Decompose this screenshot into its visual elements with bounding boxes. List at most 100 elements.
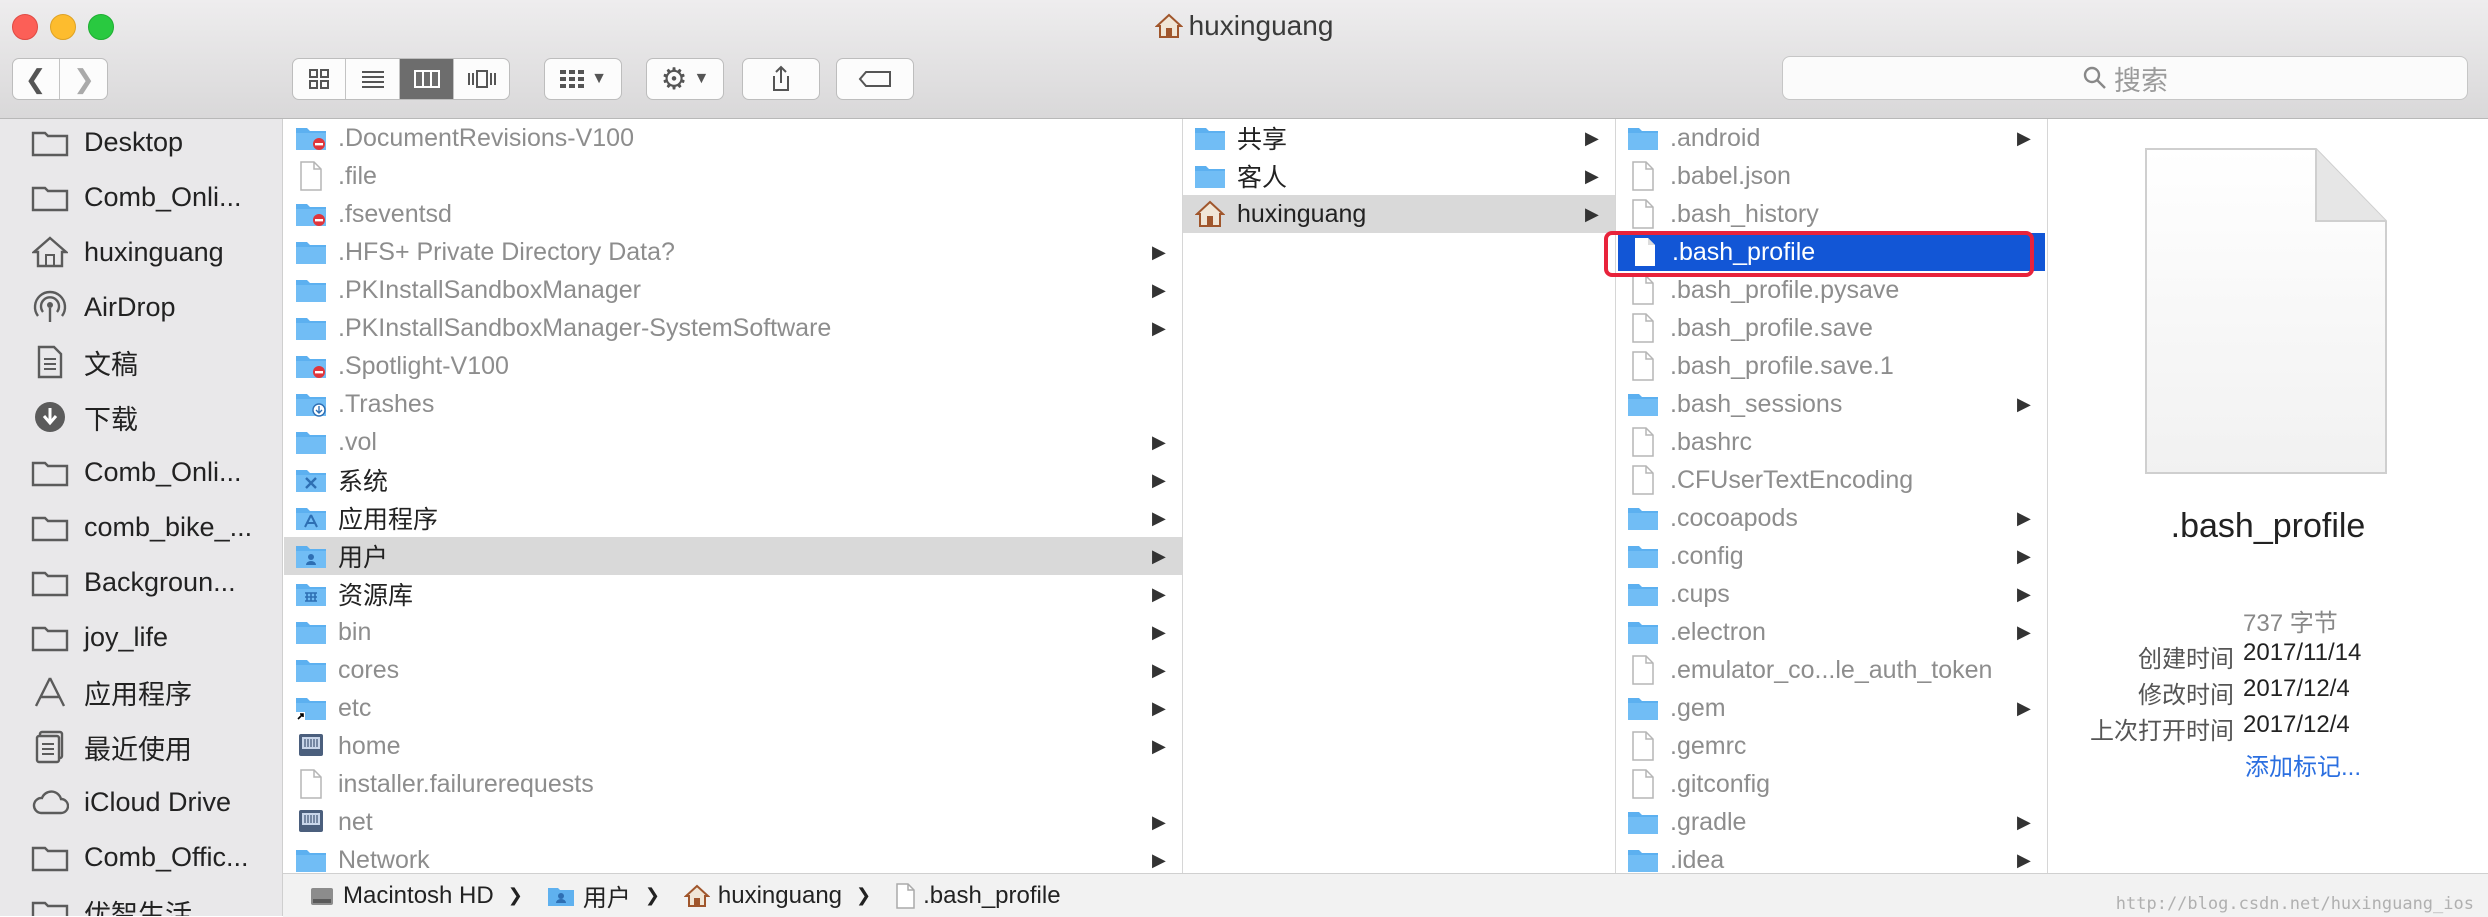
window-toolbar: huxinguang ❮ ❯ ▼ ⚙ ▼ 搜索 xyxy=(0,0,2488,119)
path-segment-users[interactable]: 用户 xyxy=(547,878,631,913)
action-menu-button[interactable]: ⚙ ▼ xyxy=(646,58,724,100)
list-item[interactable]: .bash_sessions ▶ xyxy=(1616,385,2047,423)
list-item[interactable]: .file xyxy=(284,157,1182,195)
add-tags-link[interactable]: 添加标记... xyxy=(2245,747,2361,782)
sidebar-item-applications[interactable]: 应用程序 xyxy=(30,672,192,712)
list-item[interactable]: 客人 ▶ xyxy=(1183,157,1615,195)
chevron-down-icon: ▼ xyxy=(693,70,710,87)
list-item[interactable]: 应用程序 ▶ xyxy=(284,499,1182,537)
sidebar-item-backgroun[interactable]: Backgroun... xyxy=(30,562,236,602)
path-segment-home[interactable]: huxinguang xyxy=(683,882,842,910)
path-segment-macintosh-hd[interactable]: Macintosh HD xyxy=(309,882,494,910)
file-icon xyxy=(1626,161,1660,191)
users-folder-icon xyxy=(294,541,328,571)
list-item[interactable]: cores ▶ xyxy=(284,651,1182,689)
list-item[interactable]: 资源库 ▶ xyxy=(284,575,1182,613)
list-item[interactable]: .vol ▶ xyxy=(284,423,1182,461)
list-item[interactable]: .android ▶ xyxy=(1616,119,2047,157)
list-item[interactable]: installer.failurerequests xyxy=(284,765,1182,803)
list-item[interactable]: .bash_profile.save xyxy=(1616,309,2047,347)
search-field[interactable]: 搜索 xyxy=(1782,56,2468,100)
icon-view-button[interactable] xyxy=(293,59,346,99)
disclosure-arrow-icon: ▶ xyxy=(2017,697,2031,718)
list-item-label: .electron xyxy=(1670,617,1766,646)
chevron-down-icon: ▼ xyxy=(591,70,607,87)
network-drive-icon xyxy=(294,731,328,761)
list-item[interactable]: .DocumentRevisions-V100 xyxy=(284,119,1182,157)
sidebar-item-desktop[interactable]: Desktop xyxy=(30,122,183,162)
sidebar-item-youzhi[interactable]: 优智生活 xyxy=(30,892,192,916)
list-item[interactable]: .Spotlight-V100 xyxy=(284,347,1182,385)
list-item[interactable]: net ▶ xyxy=(284,803,1182,841)
sidebar-item-comb-onli-2[interactable]: Comb_Onli... xyxy=(30,452,242,492)
list-item[interactable]: .bashrc xyxy=(1616,423,2047,461)
home-icon xyxy=(30,235,70,269)
sidebar-item-comb-bike[interactable]: comb_bike_... xyxy=(30,507,252,547)
grid-icon xyxy=(308,69,329,89)
sidebar-item-recents[interactable]: 最近使用 xyxy=(30,727,192,767)
list-item[interactable]: Network ▶ xyxy=(284,841,1182,873)
list-item[interactable]: 用户 ▶ xyxy=(284,537,1182,575)
sidebar-item-joy-life[interactable]: joy_life xyxy=(30,617,168,657)
file-icon xyxy=(1626,313,1660,343)
forward-button[interactable]: ❯ xyxy=(60,59,108,99)
sidebar-item-comb-offic[interactable]: Comb_Offic... xyxy=(30,837,249,877)
back-button[interactable]: ❮ xyxy=(12,59,60,99)
list-item[interactable]: bin ▶ xyxy=(284,613,1182,651)
list-item[interactable]: .PKInstallSandboxManager-SystemSoftware ▶ xyxy=(284,309,1182,347)
list-view-button[interactable] xyxy=(346,59,400,99)
file-icon xyxy=(1626,731,1660,761)
list-item[interactable]: .fseventsd xyxy=(284,195,1182,233)
list-item[interactable]: .bash_profile.save.1 xyxy=(1616,347,2047,385)
list-item[interactable]: 共享 ▶ xyxy=(1183,119,1615,157)
sidebar-item-icloud-drive[interactable]: iCloud Drive xyxy=(30,782,231,822)
edit-tags-button[interactable] xyxy=(836,58,914,100)
folder-icon xyxy=(1626,503,1660,533)
column-root: .DocumentRevisions-V100 .file .fseventsd .H… xyxy=(284,119,1183,873)
list-item[interactable]: .emulator_co...le_auth_token xyxy=(1616,651,2047,689)
list-item-label: .emulator_co...le_auth_token xyxy=(1670,655,1993,684)
sidebar-item-label: 优智生活 xyxy=(84,899,192,917)
folder-icon xyxy=(30,620,70,654)
list-item[interactable]: etc ▶ xyxy=(284,689,1182,727)
sidebar-item-documents[interactable]: 文稿 xyxy=(30,342,138,382)
folder-icon xyxy=(294,617,328,647)
group-by-button[interactable]: ▼ xyxy=(544,58,622,100)
sidebar-item-huxinguang[interactable]: huxinguang xyxy=(30,232,224,272)
list-item[interactable]: .CFUserTextEncoding xyxy=(1616,461,2047,499)
list-item[interactable]: .gemrc xyxy=(1616,727,2047,765)
column-view-button[interactable] xyxy=(400,59,454,99)
list-item[interactable]: .config ▶ xyxy=(1616,537,2047,575)
list-item[interactable]: .cocoapods ▶ xyxy=(1616,499,2047,537)
sidebar-item-label: Comb_Offic... xyxy=(84,841,249,872)
list-item[interactable]: .bash_history xyxy=(1616,195,2047,233)
share-button[interactable] xyxy=(742,58,820,100)
list-item[interactable]: .babel.json xyxy=(1616,157,2047,195)
sidebar-item-airdrop[interactable]: AirDrop xyxy=(30,287,176,327)
list-item[interactable]: .Trashes xyxy=(284,385,1182,423)
disclosure-arrow-icon: ▶ xyxy=(1585,127,1599,148)
list-item[interactable]: .cups ▶ xyxy=(1616,575,2047,613)
path-segment-file[interactable]: .bash_profile xyxy=(895,882,1061,910)
list-item[interactable]: .idea ▶ xyxy=(1616,841,2047,873)
file-icon xyxy=(1626,199,1660,229)
list-item[interactable]: .HFS+ Private Directory Data? ▶ xyxy=(284,233,1182,271)
disclosure-arrow-icon: ▶ xyxy=(1152,811,1166,832)
list-item[interactable]: .PKInstallSandboxManager ▶ xyxy=(284,271,1182,309)
list-item[interactable]: home ▶ xyxy=(284,727,1182,765)
sidebar-item-downloads[interactable]: 下载 xyxy=(30,397,138,437)
folder-icon xyxy=(294,845,328,873)
list-item[interactable]: huxinguang ▶ xyxy=(1183,195,1615,233)
sidebar-item-comb-onli[interactable]: Comb_Onli... xyxy=(30,177,242,217)
list-item-label: .android xyxy=(1670,123,1761,152)
file-icon xyxy=(294,161,328,191)
applications-icon xyxy=(30,675,70,709)
folder-icon xyxy=(1193,123,1227,153)
list-item[interactable]: .electron ▶ xyxy=(1616,613,2047,651)
gallery-view-button[interactable] xyxy=(454,59,509,99)
list-item[interactable]: .gitconfig xyxy=(1616,765,2047,803)
list-item[interactable]: .gem ▶ xyxy=(1616,689,2047,727)
list-item[interactable]: .gradle ▶ xyxy=(1616,803,2047,841)
share-icon xyxy=(773,65,789,91)
list-item[interactable]: 系统 ▶ xyxy=(284,461,1182,499)
